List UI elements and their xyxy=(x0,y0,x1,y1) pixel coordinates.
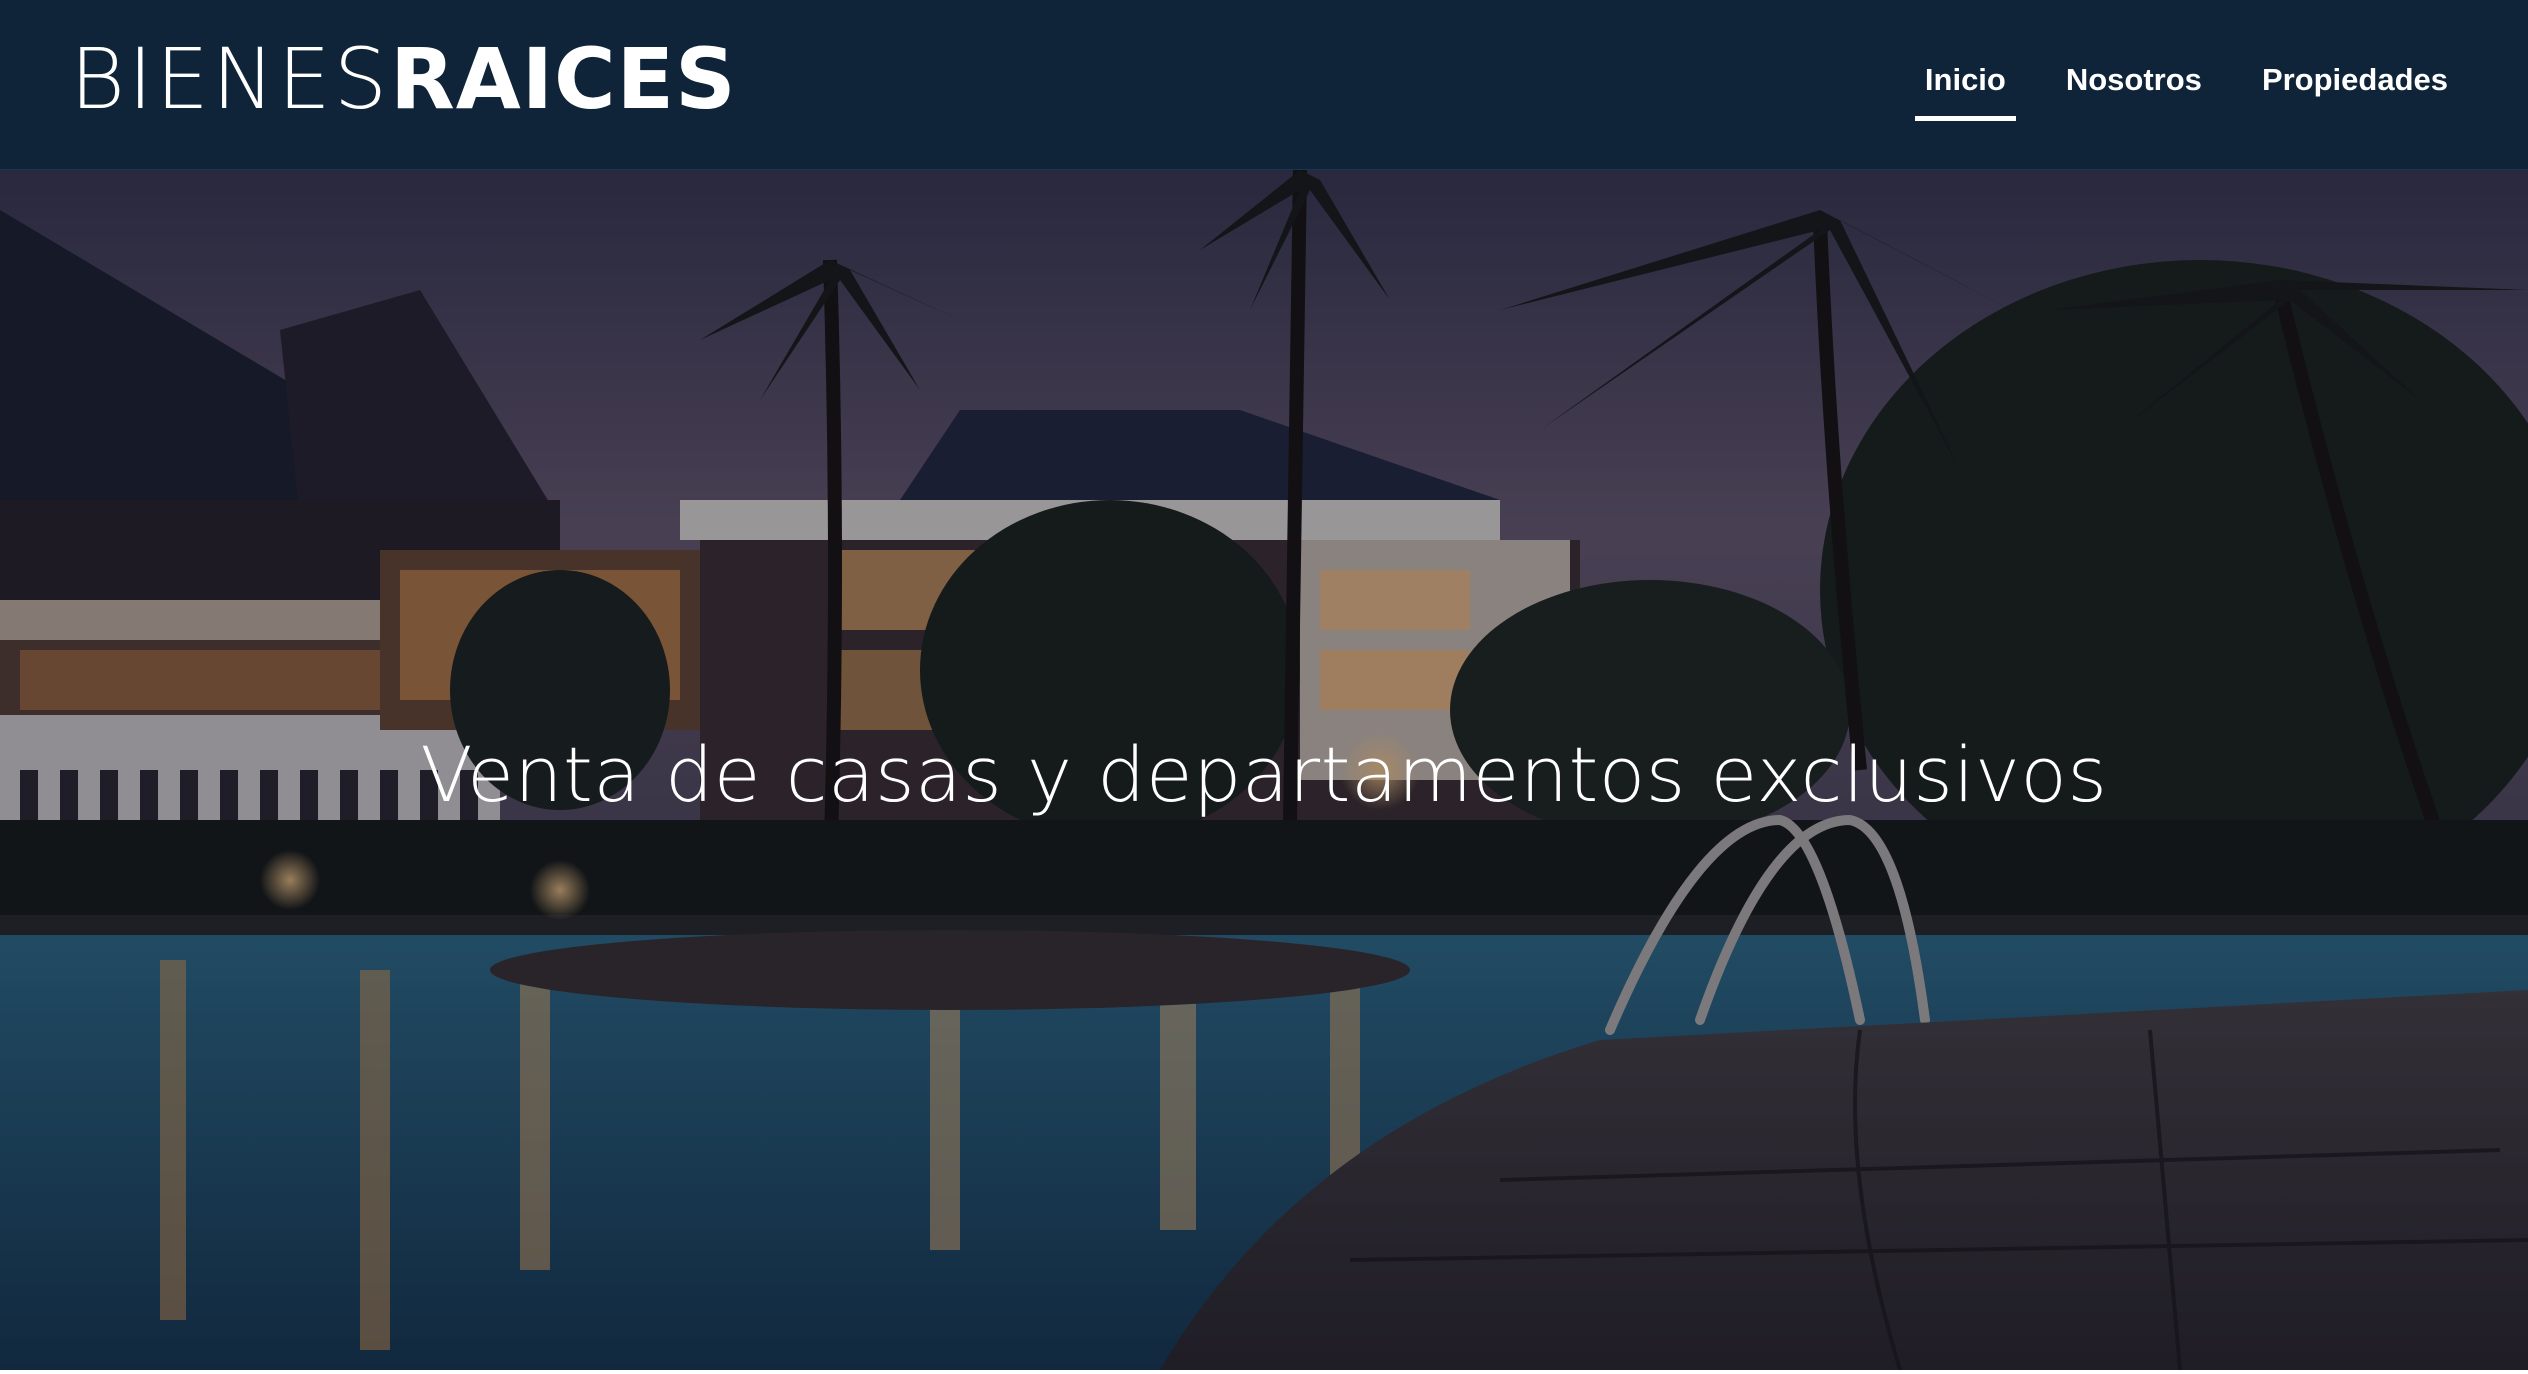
nav-link-propiedades[interactable]: Propiedades xyxy=(2252,50,2458,121)
main-navigation: Inicio Nosotros Propiedades xyxy=(1914,50,2458,121)
nav-link-inicio[interactable]: Inicio xyxy=(1914,50,2016,121)
logo-part-raices: RAICES xyxy=(390,30,737,128)
nav-link-nosotros[interactable]: Nosotros xyxy=(2056,50,2212,121)
site-header: BIENESRAICES Inicio Nosotros Propiedades xyxy=(0,0,2528,170)
logo-part-bienes: BIENES xyxy=(70,30,391,128)
hero-title: Venta de casas y departamentos exclusivo… xyxy=(420,730,2108,819)
site-logo[interactable]: BIENESRAICES xyxy=(70,24,737,134)
page-bottom-edge xyxy=(0,1370,2528,1374)
hero-banner: Venta de casas y departamentos exclusivo… xyxy=(0,170,2528,1370)
